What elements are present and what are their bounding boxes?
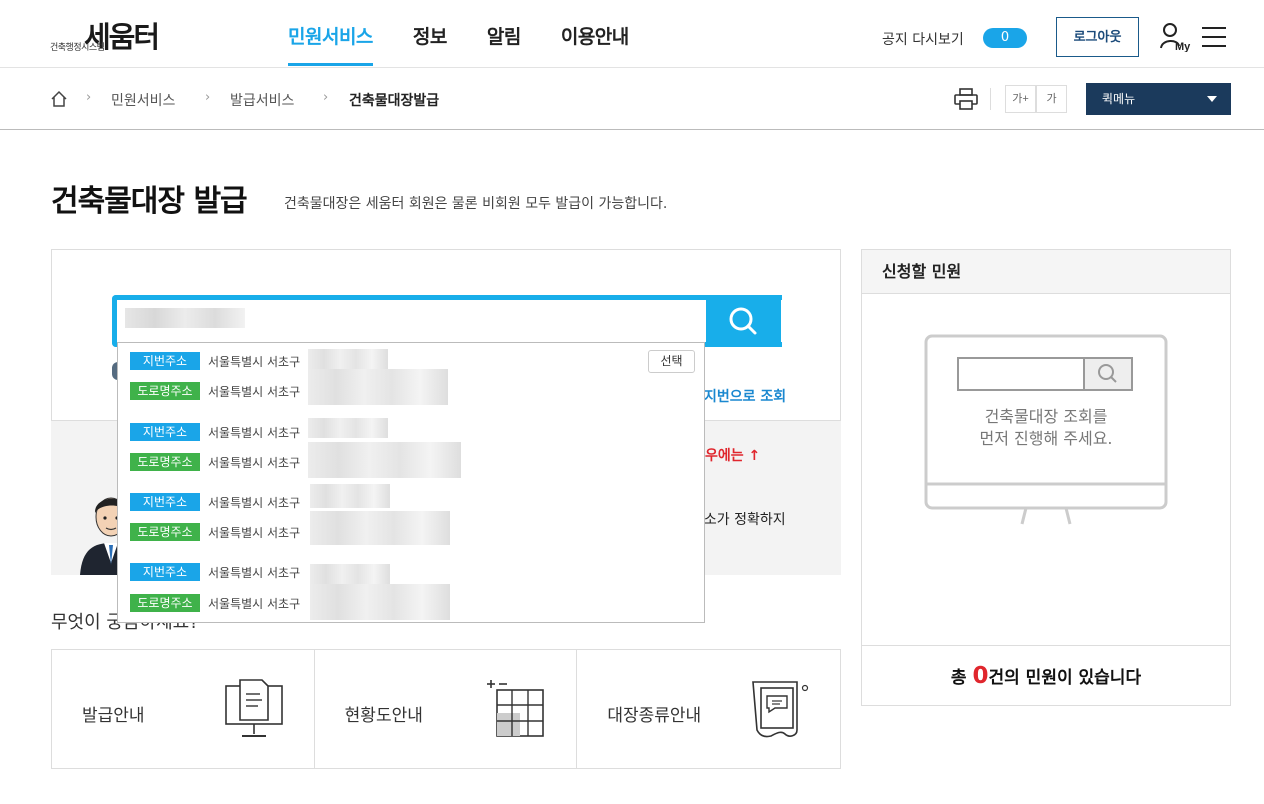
list-item[interactable]: 도로명주소 서울특별시 서초구 (130, 452, 300, 472)
apply-panel-title: 신청할 민원 (862, 250, 1230, 294)
guide-card-issuance[interactable]: 발급안내 (52, 650, 315, 768)
site-header: 세움터 건축행정시스템 민원서비스 정보 알림 이용안내 공지 다시보기 0 로… (0, 0, 1264, 68)
address-search-input[interactable] (112, 295, 782, 347)
list-item[interactable]: 지번주소 서울특별시 서초구 (130, 351, 300, 371)
guide-card-floor-plan[interactable]: 현황도안내 (315, 650, 578, 768)
road-address-tag: 도로명주소 (130, 453, 200, 471)
breadcrumb-item-civil-service[interactable]: 민원서비스 (111, 90, 175, 110)
logo-sub-text: 건축행정시스템 (50, 43, 105, 53)
redacted-address (310, 584, 450, 620)
address-text: 서울특별시 서초구 (208, 384, 301, 399)
address-text: 서울특별시 서초구 (208, 525, 301, 540)
page-title: 건축물대장 발급 (51, 184, 248, 219)
redacted-address (308, 369, 448, 405)
document-monitor-icon (222, 676, 288, 742)
redacted-address (310, 484, 390, 508)
count-suffix: 건의 민원이 있습니다 (988, 668, 1142, 688)
redacted-address (310, 564, 390, 584)
floor-plan-grid-icon (485, 676, 551, 742)
road-address-tag: 도로명주소 (130, 594, 200, 612)
road-address-tag: 도로명주소 (130, 382, 200, 400)
home-icon[interactable] (50, 90, 68, 108)
info-warning-text: 우에는 ↑ (705, 448, 761, 464)
chevron-right-icon: › (323, 90, 329, 105)
gnb-item-notice[interactable]: 알림 (487, 22, 521, 66)
guide-cards: 발급안내 현황도안내 대장종류안내 (51, 649, 841, 769)
logo-accent (170, 34, 184, 48)
site-logo[interactable]: 세움터 건축행정시스템 (50, 12, 190, 56)
address-text: 서울특별시 서초구 (208, 354, 301, 369)
my-page-icon[interactable]: My (1160, 22, 1192, 53)
redacted-address (308, 442, 461, 478)
address-text: 서울특별시 서초구 (208, 455, 301, 470)
breadcrumb-current: 건축물대장발급 (349, 93, 440, 109)
select-address-button[interactable]: 선택 (648, 350, 695, 373)
notice-replay-label: 공지 다시보기 (882, 32, 964, 48)
address-text: 서울특별시 서초구 (208, 425, 301, 440)
list-item[interactable]: 지번주소 서울특별시 서초구 (130, 422, 300, 442)
redacted-address (308, 349, 388, 369)
lot-address-tag: 지번주소 (130, 493, 200, 511)
list-item[interactable]: 도로명주소 서울특별시 서초구 (130, 522, 300, 542)
logout-button[interactable]: 로그아웃 (1056, 17, 1139, 57)
redacted-input-value (125, 308, 245, 328)
gnb-item-civil-service[interactable]: 민원서비스 (288, 22, 373, 66)
hamburger-menu-icon[interactable] (1202, 27, 1226, 47)
address-text: 서울특별시 서초구 (208, 565, 301, 580)
guide-label: 대장종류안내 (607, 706, 702, 726)
empty-state-message: 건축물대장 조회를 먼저 진행해 주세요. (924, 406, 1168, 450)
info-body-text: 주소가 정확하지 (691, 512, 786, 528)
address-autocomplete-list: 선택 지번주소 서울특별시 서초구 도로명주소 서울특별시 서초구 지번주소 서… (117, 342, 705, 623)
page-description: 건축물대장은 세움터 회원은 물론 비회원 모두 발급이 가능합니다. (284, 196, 668, 212)
quick-menu-select[interactable]: 퀵메뉴 (1086, 83, 1231, 115)
guide-card-ledger-types[interactable]: 대장종류안내 (577, 650, 840, 768)
gnb-item-info[interactable]: 정보 (413, 22, 447, 66)
font-size-up-button[interactable]: 가+ (1005, 85, 1036, 113)
breadcrumb-bar: › 민원서비스 › 발급서비스 › 건축물대장발급 가+ 가 퀵메뉴 (0, 68, 1264, 130)
search-button[interactable] (706, 295, 781, 347)
lot-address-tag: 지번주소 (130, 352, 200, 370)
apply-count-summary: 총 0건의 민원이 있습니다 (862, 645, 1230, 706)
empty-state-line-1: 건축물대장 조회를 (984, 407, 1108, 426)
list-item[interactable]: 지번주소 서울특별시 서초구 (130, 562, 300, 582)
guide-label: 현황도안내 (344, 706, 423, 726)
list-item[interactable]: 도로명주소 서울특별시 서초구 (130, 381, 300, 401)
list-item[interactable]: 지번주소 서울특별시 서초구 (130, 492, 300, 512)
chevron-right-icon: › (86, 90, 92, 105)
notice-replay-toggle[interactable]: 0 (983, 28, 1027, 48)
guide-label: 발급안내 (82, 706, 145, 726)
redacted-address (310, 511, 450, 545)
breadcrumb-item-issuance[interactable]: 발급서비스 (230, 90, 294, 110)
my-label: My (1175, 41, 1191, 52)
lot-number-search-link[interactable]: 지번으로 조회 (704, 386, 786, 406)
gnb-item-guide[interactable]: 이용안내 (561, 22, 629, 66)
search-icon (729, 307, 757, 335)
redacted-address (308, 418, 388, 438)
apply-count: 0 (972, 663, 989, 689)
scroll-document-icon (747, 676, 813, 742)
font-size-down-button[interactable]: 가 (1036, 85, 1067, 113)
caret-down-icon (1207, 96, 1217, 102)
global-nav: 민원서비스 정보 알림 이용안내 (288, 22, 669, 66)
empty-state-line-2: 먼저 진행해 주세요. (979, 429, 1113, 448)
lot-address-tag: 지번주소 (130, 563, 200, 581)
address-text: 서울특별시 서초구 (208, 495, 301, 510)
quick-menu-label: 퀵메뉴 (1102, 92, 1136, 106)
chevron-right-icon: › (205, 90, 211, 105)
road-address-tag: 도로명주소 (130, 523, 200, 541)
apply-panel: 신청할 민원 건축물대장 조회를 먼저 진행해 주세요. 총 0건의 민원이 있… (861, 249, 1231, 706)
empty-monitor-illustration: 건축물대장 조회를 먼저 진행해 주세요. (924, 334, 1168, 526)
address-text: 서울특별시 서초구 (208, 596, 301, 611)
lot-address-tag: 지번주소 (130, 423, 200, 441)
count-prefix: 총 (950, 668, 973, 688)
print-icon[interactable] (954, 88, 978, 110)
toolbar-divider (990, 88, 991, 110)
list-item[interactable]: 도로명주소 서울특별시 서초구 (130, 593, 300, 613)
